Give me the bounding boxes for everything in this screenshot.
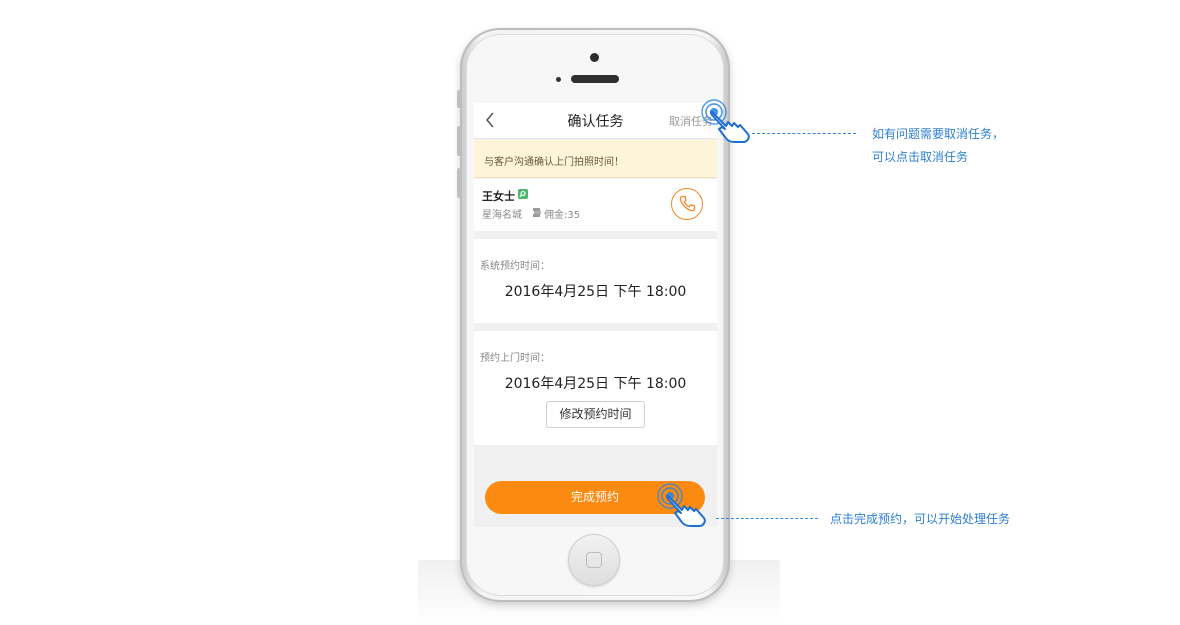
modify-time-button[interactable]: 修改预约时间 xyxy=(546,401,645,428)
customer-commission: 佣金:35 xyxy=(544,210,581,221)
proximity-sensor xyxy=(556,77,561,82)
customer-name: 王女士 xyxy=(482,190,515,203)
annotation-cancel-line2: 可以点击取消任务 xyxy=(872,150,969,164)
system-time-section: 系统预约时间： 2016年4月25日 下午 18:00 xyxy=(474,239,717,323)
customer-card: 王女士 星海名城 佣金:35 xyxy=(474,179,717,231)
system-time-label: 系统预约时间： xyxy=(480,261,550,272)
nav-bar: 确认任务 取消任务 xyxy=(474,103,717,139)
visit-time-value: 2016年4月25日 下午 18:00 xyxy=(504,376,687,392)
notice-text: 与客户沟通确认上门拍照时间！ xyxy=(484,157,624,168)
tag-icon xyxy=(518,189,528,199)
home-button[interactable] xyxy=(568,534,620,586)
coin-icon xyxy=(533,208,541,217)
mute-switch xyxy=(457,90,461,108)
system-time-value: 2016年4月25日 下午 18:00 xyxy=(504,284,687,300)
phone-icon[interactable] xyxy=(671,188,703,220)
annotation-complete: 点击完成预约，可以开始处理任务 xyxy=(830,512,1011,526)
visit-time-section: 预约上门时间： 2016年4月25日 下午 18:00 修改预约时间 xyxy=(474,331,717,445)
annotation-line-complete xyxy=(716,518,818,519)
hand-pointer-icon xyxy=(701,99,750,143)
home-square-icon xyxy=(586,552,602,568)
notice-banner: 与客户沟通确认上门拍照时间！ xyxy=(474,140,717,178)
annotation-cancel-line1: 如有问题需要取消任务， xyxy=(872,127,1005,141)
annotation-line-cancel xyxy=(752,133,856,134)
front-camera xyxy=(590,53,599,62)
customer-address: 星海名城 xyxy=(482,210,522,221)
volume-up-button xyxy=(457,126,461,156)
app-screen: 确认任务 取消任务 与客户沟通确认上门拍照时间！ 王女士 星海名城 佣金:35 … xyxy=(474,103,717,527)
volume-down-button xyxy=(457,168,461,198)
hand-pointer-icon xyxy=(657,483,706,527)
earpiece-speaker xyxy=(571,75,619,83)
visit-time-label: 预约上门时间： xyxy=(480,353,550,364)
annotation-cancel: 如有问题需要取消任务， 可以点击取消任务 xyxy=(872,123,1004,169)
